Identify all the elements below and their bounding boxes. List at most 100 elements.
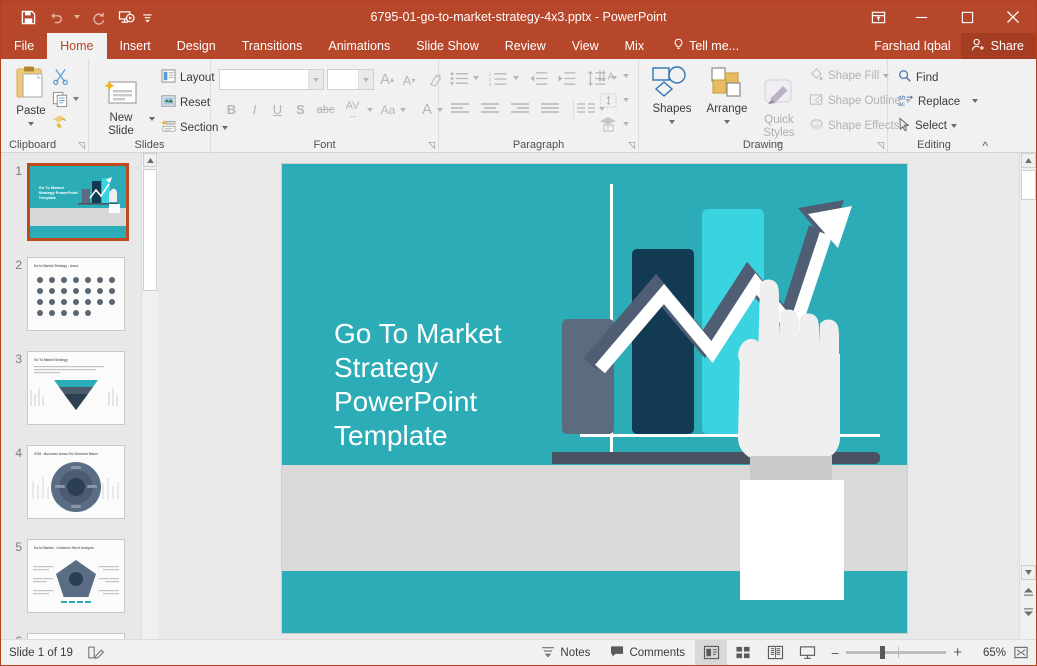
format-painter-button[interactable]	[49, 111, 71, 131]
scroll-down-button[interactable]	[1021, 565, 1036, 580]
numbering-button[interactable]: 123	[485, 68, 511, 88]
decrease-font-size-button[interactable]: A ▾	[399, 71, 419, 89]
zoom-level-label[interactable]: 65%	[970, 647, 1006, 659]
align-text-button[interactable]	[595, 89, 621, 111]
slide-thumbnail-4[interactable]: 4 GTM - Business Areas For Decision Make…	[1, 445, 141, 519]
slide-thumbnail-panel[interactable]: 1 Go To Market Strategy PowerPoint Templ…	[1, 153, 141, 639]
clipboard-dialog-launcher[interactable]: ◹	[78, 141, 85, 150]
increase-font-size-button[interactable]: A ▴	[377, 70, 397, 89]
align-right-button[interactable]	[507, 99, 533, 119]
slide-thumbnail-3[interactable]: 3 Go To Market Strategy	[1, 351, 141, 425]
arrange-caret-icon[interactable]	[724, 120, 730, 124]
replace-button[interactable]: ab ac Replace	[898, 93, 960, 110]
slide-show-button[interactable]	[791, 640, 823, 666]
paste-caret-icon[interactable]	[28, 122, 34, 126]
new-slide-caret-icon[interactable]	[147, 111, 157, 127]
tab-animations[interactable]: Animations	[315, 33, 403, 59]
slide-thumbnail-1[interactable]: 1 Go To Market Strategy PowerPoint Templ…	[1, 163, 141, 241]
account-user-name[interactable]: Farshad Iqbal	[864, 33, 960, 59]
tab-view[interactable]: View	[559, 33, 612, 59]
replace-caret-icon[interactable]	[970, 93, 980, 109]
tab-review[interactable]: Review	[492, 33, 559, 59]
slide-thumbnail-5-preview[interactable]: Go to Market - Customer Need Analysis	[27, 539, 125, 613]
font-size-caret-icon[interactable]	[358, 70, 373, 89]
align-text-caret-icon[interactable]	[621, 89, 631, 111]
shapes-caret-icon[interactable]	[669, 120, 675, 124]
slide-title-text[interactable]: Go To Market Strategy PowerPoint Templat…	[334, 317, 584, 453]
select-button[interactable]: Select	[898, 117, 957, 134]
tab-design[interactable]: Design	[164, 33, 229, 59]
comments-button[interactable]: Comments	[600, 640, 695, 666]
start-slideshow-icon[interactable]	[113, 4, 139, 30]
redo-icon[interactable]	[85, 4, 111, 30]
zoom-slider[interactable]	[846, 646, 947, 659]
maximize-icon[interactable]	[944, 1, 990, 33]
font-dialog-launcher[interactable]: ◹	[428, 141, 435, 150]
tab-file[interactable]: File	[1, 33, 47, 59]
new-slide-button[interactable]: New Slide	[95, 65, 147, 138]
zoom-slider-handle[interactable]	[880, 646, 886, 659]
undo-icon[interactable]	[43, 4, 69, 30]
previous-slide-button[interactable]	[1021, 585, 1036, 599]
minimize-icon[interactable]	[898, 1, 944, 33]
find-button[interactable]: Find	[898, 69, 938, 86]
tab-insert[interactable]: Insert	[107, 33, 164, 59]
convert-to-smartart-caret-icon[interactable]	[621, 113, 631, 135]
tab-mix[interactable]: Mix	[612, 33, 657, 59]
copy-button[interactable]	[49, 89, 71, 109]
zoom-in-button[interactable]: +	[953, 644, 962, 661]
undo-dropdown-caret-icon[interactable]	[71, 4, 83, 30]
bullets-button[interactable]	[447, 68, 471, 88]
convert-to-smartart-button[interactable]	[595, 113, 621, 135]
scroll-up-button[interactable]	[1021, 153, 1036, 168]
tab-slide-show[interactable]: Slide Show	[403, 33, 492, 59]
change-case-button[interactable]: Aa	[377, 99, 399, 120]
decrease-indent-button[interactable]	[527, 68, 551, 88]
justify-button[interactable]	[537, 99, 563, 119]
slide-thumbnail-3-preview[interactable]: Go To Market Strategy	[27, 351, 125, 425]
slide-area-scrollbar[interactable]	[1019, 153, 1036, 639]
align-left-button[interactable]	[447, 99, 473, 119]
quick-styles-button[interactable]: Quick Styles	[755, 65, 803, 146]
normal-view-button[interactable]	[695, 639, 728, 665]
character-spacing-button[interactable]: AV ↔	[339, 97, 366, 120]
center-button[interactable]	[477, 99, 503, 119]
share-button[interactable]: Share	[960, 33, 1036, 59]
collapse-ribbon-button[interactable]: ^	[982, 140, 988, 152]
strikethrough-button[interactable]: abc	[313, 99, 338, 120]
shape-fill-button[interactable]: Shape Fill	[809, 67, 890, 85]
slide-canvas[interactable]: Go To Market Strategy PowerPoint Templat…	[282, 164, 907, 633]
thumbnail-panel-scrollbar[interactable]	[141, 153, 157, 639]
tab-transitions[interactable]: Transitions	[229, 33, 316, 59]
change-case-caret-icon[interactable]	[398, 99, 408, 120]
ribbon-display-options-icon[interactable]	[858, 1, 898, 33]
slide-thumbnail-1-preview[interactable]: Go To Market Strategy PowerPoint Templat…	[27, 163, 129, 241]
slide-thumbnail-4-preview[interactable]: GTM - Business Areas For Decision Maker	[27, 445, 125, 519]
text-direction-caret-icon[interactable]	[621, 65, 631, 87]
numbering-caret-icon[interactable]	[511, 68, 521, 88]
italic-button[interactable]: I	[244, 99, 265, 120]
save-icon[interactable]	[15, 4, 41, 30]
shapes-button[interactable]: Shapes	[647, 65, 697, 124]
slide-position-label[interactable]: Slide 1 of 19	[1, 647, 73, 659]
thumbnail-scroll-up-button[interactable]	[143, 153, 157, 167]
copy-caret-icon[interactable]	[71, 89, 81, 109]
slide-thumbnail-5[interactable]: 5 Go to Market - Customer Need Analysis	[1, 539, 141, 613]
next-slide-button[interactable]	[1021, 605, 1036, 619]
cut-button[interactable]	[49, 66, 71, 86]
increase-indent-button[interactable]	[555, 68, 579, 88]
accessibility-icon[interactable]	[87, 645, 105, 660]
slide-thumbnail-2-preview[interactable]: Go to Market Strategy - Icons	[27, 257, 125, 331]
font-name-input[interactable]	[219, 69, 324, 90]
slide-sorter-button[interactable]	[727, 640, 759, 666]
scrollbar-thumb[interactable]	[1021, 170, 1036, 200]
text-shadow-button[interactable]: S	[290, 99, 311, 120]
underline-button[interactable]: U	[267, 99, 288, 120]
font-name-caret-icon[interactable]	[308, 70, 323, 89]
tab-home[interactable]: Home	[47, 33, 107, 59]
text-direction-button[interactable]: A	[595, 65, 621, 87]
reset-button[interactable]: Reset	[161, 94, 210, 111]
bullets-caret-icon[interactable]	[471, 68, 481, 88]
slide-thumbnail-2[interactable]: 2 Go to Market Strategy - Icons	[1, 257, 141, 331]
fit-to-window-button[interactable]	[1006, 645, 1036, 660]
